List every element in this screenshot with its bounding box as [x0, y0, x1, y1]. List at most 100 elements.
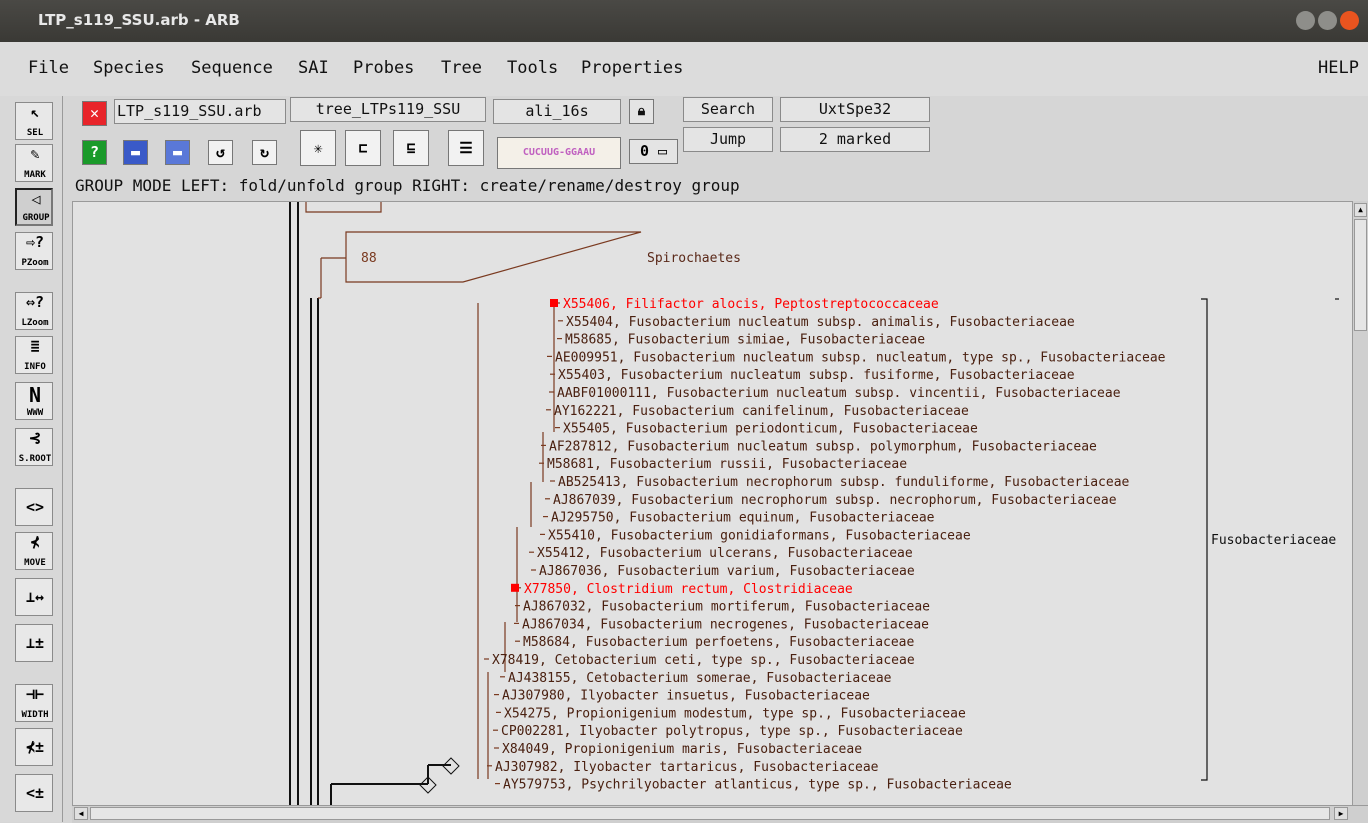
vertical-scroll-thumb[interactable]: [1354, 219, 1367, 331]
width-tool[interactable]: ⊣⊢ WIDTH: [15, 684, 53, 722]
minimize-button[interactable]: [1296, 11, 1315, 30]
leaf-label[interactable]: X55405, Fusobacterium periodonticum, Fus…: [563, 422, 978, 437]
node-markers: [419, 757, 460, 794]
leaf-label[interactable]: AJ307980, Ilyobacter insuetus, Fusobacte…: [502, 689, 870, 704]
menu-species[interactable]: Species: [93, 58, 165, 78]
irs-tree-icon[interactable]: ⊑: [393, 130, 429, 166]
close-button[interactable]: [1340, 11, 1359, 30]
move-icon: ⊀: [30, 533, 40, 551]
leaf-label[interactable]: M58685, Fusobacterium simiae, Fusobacter…: [565, 333, 925, 348]
marked-count-button[interactable]: 2 marked: [780, 127, 930, 152]
tree-selector[interactable]: tree_LTPs119_SSU: [290, 97, 486, 122]
help-icon[interactable]: ?: [82, 140, 107, 165]
dendrogram-icon[interactable]: ⊏: [345, 130, 381, 166]
leaf-label[interactable]: X78419, Cetobacterium ceti, type sp., Fu…: [492, 653, 915, 668]
menu-help[interactable]: HELP: [1318, 58, 1359, 78]
select-icon: ↖: [30, 103, 40, 121]
leaf-label[interactable]: CP002281, Ilyobacter polytropus, type sp…: [501, 724, 963, 739]
pzoom-tool[interactable]: ⇨? PZoom: [15, 232, 53, 270]
save-as-icon[interactable]: ▬: [165, 140, 190, 165]
leaf-label[interactable]: AABF01000111, Fusobacterium nucleatum su…: [557, 386, 1121, 401]
leaf-label[interactable]: X55404, Fusobacterium nucleatum subsp. a…: [566, 315, 1075, 330]
leaf-label[interactable]: AJ438155, Cetobacterium somerae, Fusobac…: [508, 671, 892, 686]
leaf-label[interactable]: X84049, Propionigenium maris, Fusobacter…: [502, 742, 862, 757]
menu-tools[interactable]: Tools: [507, 58, 558, 78]
leaf-label[interactable]: AY162221, Fusobacterium canifelinum, Fus…: [554, 404, 969, 419]
mark-indicator: [550, 299, 558, 307]
menu-properties[interactable]: Properties: [581, 58, 683, 78]
leaf-label[interactable]: X55412, Fusobacterium ulcerans, Fusobact…: [537, 546, 913, 561]
search-button[interactable]: Search: [683, 97, 773, 122]
leaf-label[interactable]: X55406, Filifactor alocis, Peptostreptoc…: [563, 297, 939, 312]
list-view-icon[interactable]: ☰: [448, 130, 484, 166]
jump-button[interactable]: Jump: [683, 127, 773, 152]
www-tool[interactable]: N WWW: [15, 382, 53, 420]
rotate-tool[interactable]: ⊀±: [15, 728, 53, 766]
swap-icon: <>: [25, 498, 45, 516]
scroll-up-arrow[interactable]: ▲: [1354, 203, 1367, 217]
info-tool[interactable]: ≣ INFO: [15, 336, 53, 374]
leaf-label[interactable]: AF287812, Fusobacterium nucleatum subsp.…: [549, 439, 1097, 454]
title-bar: LTP_s119_SSU.arb - ARB: [0, 0, 1368, 42]
leaf-label[interactable]: M58684, Fusobacterium perfoetens, Fusoba…: [523, 635, 915, 650]
horizontal-scroll-thumb[interactable]: [90, 807, 1330, 820]
database-name-field[interactable]: LTP_s119_SSU.arb: [114, 99, 286, 124]
setroot-icon: ⊰: [28, 429, 42, 447]
leaf-label[interactable]: X77850, Clostridium rectum, Clostridiace…: [524, 582, 853, 597]
length-tool[interactable]: ⊥↔: [15, 578, 53, 616]
scroll-left-arrow[interactable]: ◀: [74, 807, 88, 820]
lock-icon[interactable]: 🔒︎: [629, 99, 654, 124]
mode-status: GROUP MODE LEFT: fold/unfold group RIGHT…: [75, 176, 740, 195]
lzoom-tool[interactable]: ⇔? LZoom: [15, 292, 53, 330]
undo-icon[interactable]: ↺: [208, 140, 233, 165]
menu-file[interactable]: File: [28, 58, 69, 78]
mark-indicator: [511, 583, 519, 592]
leaf-label[interactable]: X55410, Fusobacterium gonidiaformans, Fu…: [548, 528, 971, 543]
leaf-label[interactable]: X55403, Fusobacterium nucleatum subsp. f…: [558, 368, 1075, 383]
leaf-label[interactable]: AJ295750, Fusobacterium equinum, Fusobac…: [551, 511, 935, 526]
tree-canvas[interactable]: 88 Spirochaetes X55406, Filifactor aloci…: [72, 201, 1353, 806]
mark-tool[interactable]: ✎ MARK: [15, 144, 53, 182]
scroll-right-arrow[interactable]: ▶: [1334, 807, 1348, 820]
swap-tool[interactable]: <>: [15, 488, 53, 526]
www-icon: N: [28, 383, 42, 407]
leaf-label[interactable]: AJ867036, Fusobacterium varium, Fusobact…: [539, 564, 915, 579]
species-field[interactable]: UxtSpe32: [780, 97, 930, 122]
move-tool[interactable]: ⊀ MOVE: [15, 532, 53, 570]
leaf-label[interactable]: AE009951, Fusobacterium nucleatum subsp.…: [555, 350, 1166, 365]
multi-length-icon: ⊥±: [25, 634, 45, 652]
leaf-label[interactable]: M58681, Fusobacterium russii, Fusobacter…: [547, 457, 907, 472]
length-icon: ⊥↔: [25, 588, 45, 606]
maximize-button[interactable]: [1318, 11, 1337, 30]
horizontal-scrollbar[interactable]: ◀ ▶: [72, 805, 1368, 823]
sequence-view-icon[interactable]: CUCUUG-GGAAU: [497, 137, 621, 169]
menu-probes[interactable]: Probes: [353, 58, 414, 78]
tree-view[interactable]: 88 Spirochaetes X55406, Filifactor aloci…: [73, 202, 1353, 806]
radial-tree-icon[interactable]: ✳: [300, 130, 336, 166]
setroot-tool[interactable]: ⊰ S.ROOT: [15, 428, 53, 466]
group-branches: [305, 202, 642, 299]
zero-selector[interactable]: 0 ▭: [629, 139, 678, 164]
collapsed-group-spirochaetes[interactable]: Spirochaetes: [647, 251, 741, 266]
leaf-label[interactable]: AY579753, Psychrilyobacter atlanticus, t…: [503, 778, 1012, 793]
leaf-label[interactable]: AJ867032, Fusobacterium mortiferum, Fuso…: [523, 600, 930, 615]
multi-length-tool[interactable]: ⊥±: [15, 624, 53, 662]
menu-tree[interactable]: Tree: [441, 58, 482, 78]
select-tool[interactable]: ↖ SEL: [15, 102, 53, 140]
leaf-label[interactable]: X54275, Propionigenium modestum, type sp…: [504, 706, 966, 721]
leaf-label[interactable]: AB525413, Fusobacterium necrophorum subs…: [558, 475, 1130, 490]
group-label-fusobacteriaceae[interactable]: Fusobacteriaceae: [1211, 533, 1336, 548]
save-icon[interactable]: ▬: [123, 140, 148, 165]
menu-sequence[interactable]: Sequence: [191, 58, 273, 78]
spread-tool[interactable]: <±: [15, 774, 53, 812]
leaf-label[interactable]: AJ867039, Fusobacterium necrophorum subs…: [553, 493, 1117, 508]
close-db-button[interactable]: ✕: [82, 101, 107, 126]
leaf-label[interactable]: AJ307982, Ilyobacter tartaricus, Fusobac…: [495, 760, 879, 775]
backbone-lines: [289, 202, 451, 806]
leaf-label[interactable]: AJ867034, Fusobacterium necrogenes, Fuso…: [522, 617, 929, 632]
menu-sai[interactable]: SAI: [298, 58, 329, 78]
redo-icon[interactable]: ↻: [252, 140, 277, 165]
group-tool[interactable]: ◁ GROUP: [15, 188, 53, 226]
alignment-selector[interactable]: ali_16s: [493, 99, 621, 124]
vertical-scrollbar[interactable]: ▲: [1352, 201, 1368, 805]
